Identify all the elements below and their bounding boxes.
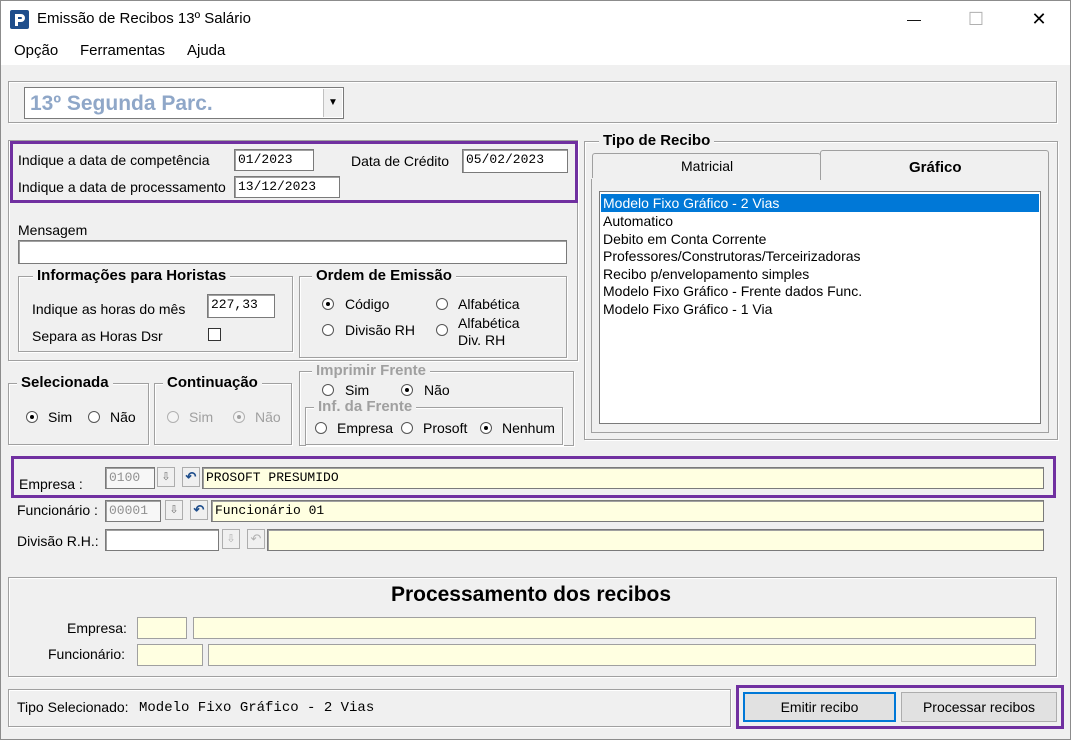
horas-label: Indique as horas do mês xyxy=(32,301,186,317)
list-item-0[interactable]: Modelo Fixo Gráfico - 2 Vias xyxy=(603,194,779,212)
ordem-group: Ordem de Emissão xyxy=(299,267,567,358)
ordem-alfa-div-label-2: Div. RH xyxy=(458,332,506,348)
separa-checkbox[interactable] xyxy=(208,328,221,341)
close-icon[interactable]: ✕ xyxy=(1016,3,1062,35)
inf-nenhum-radio[interactable] xyxy=(480,422,492,434)
mensagem-input[interactable] xyxy=(18,240,567,264)
tab-matricial[interactable]: Matricial xyxy=(592,153,821,178)
funcionario-label: Funcionário : xyxy=(17,502,98,518)
ordem-alfa-div-radio[interactable] xyxy=(436,324,448,336)
list-item-2[interactable]: Debito em Conta Corrente xyxy=(603,230,766,248)
selecionada-sim-label: Sim xyxy=(48,409,73,425)
funcionario-search-icon[interactable]: ⇩ xyxy=(165,500,183,520)
tipo-recibo-title: Tipo de Recibo xyxy=(599,132,715,149)
ordem-codigo-label: Código xyxy=(345,296,390,312)
ordem-divisao-radio[interactable] xyxy=(322,324,334,336)
list-item-4[interactable]: Recibo p/envelopamento simples xyxy=(603,265,809,283)
divisao-search-icon[interactable]: ⇩ xyxy=(222,529,240,549)
list-item-6[interactable]: Modelo Fixo Gráfico - 1 Via xyxy=(603,300,772,318)
divisao-code-input[interactable] xyxy=(105,529,219,551)
window-title: Emissão de Recibos 13º Salário xyxy=(37,10,251,27)
proc-empresa-name xyxy=(193,617,1036,639)
ordem-divisao-label: Divisão RH xyxy=(345,322,416,338)
proc-empresa-label: Empresa: xyxy=(67,620,127,636)
status-label: Tipo Selecionado: xyxy=(17,699,129,715)
dates-highlight xyxy=(10,141,578,203)
ordem-codigo-radio[interactable] xyxy=(322,298,334,310)
continuacao-nao-radio[interactable] xyxy=(233,411,245,423)
inf-prosoft-radio[interactable] xyxy=(401,422,413,434)
horistas-title: Informações para Horistas xyxy=(33,267,231,284)
list-item-3[interactable]: Professores/Construtoras/Terceirizadoras xyxy=(603,247,861,265)
imprimir-frente-title: Imprimir Frente xyxy=(312,362,431,379)
ordem-alfabetica-label: Alfabética xyxy=(458,296,520,312)
status-value: Modelo Fixo Gráfico - 2 Vias xyxy=(139,700,375,716)
selecionada-nao-label: Não xyxy=(110,409,136,425)
minimize-icon[interactable]: — xyxy=(891,3,937,35)
selecionada-title: Selecionada xyxy=(17,374,113,391)
separa-label: Separa as Horas Dsr xyxy=(32,328,163,344)
parcel-select-value: 13º Segunda Parc. xyxy=(30,92,213,115)
funcionario-name-field: Funcionário 01 xyxy=(211,500,1044,522)
inf-empresa-label: Empresa xyxy=(337,420,394,436)
mensagem-label: Mensagem xyxy=(18,222,88,238)
ordem-alfa-div-label: Alfabética xyxy=(458,315,520,331)
main-window: Emissão de Recibos 13º Salário — ☐ ✕ Opç… xyxy=(0,0,1071,740)
selecionada-nao-radio[interactable] xyxy=(88,411,100,423)
list-item-1[interactable]: Automatico xyxy=(603,212,673,230)
continuacao-sim-label: Sim xyxy=(189,409,214,425)
buttons-highlight xyxy=(736,685,1064,729)
divisao-name-field xyxy=(267,529,1044,551)
tab-matricial-label: Matricial xyxy=(681,158,734,174)
continuacao-title: Continuação xyxy=(163,374,262,391)
tab-grafico[interactable]: Gráfico xyxy=(820,150,1049,180)
frente-nao-label: Não xyxy=(424,382,450,398)
proc-funcionario-label: Funcionário: xyxy=(48,646,126,662)
inf-empresa-radio[interactable] xyxy=(315,422,327,434)
tab-grafico-label: Gráfico xyxy=(909,159,962,176)
title-bar: Emissão de Recibos 13º Salário — ☐ ✕ xyxy=(1,1,1070,37)
proc-funcionario-name xyxy=(208,644,1036,666)
inf-nenhum-label: Nenhum xyxy=(502,420,555,436)
horas-input[interactable]: 227,33 xyxy=(207,294,275,318)
ordem-title: Ordem de Emissão xyxy=(312,267,456,284)
frente-sim-radio[interactable] xyxy=(322,384,334,396)
funcionario-undo-icon[interactable]: ↶ xyxy=(190,500,208,520)
inf-prosoft-label: Prosoft xyxy=(423,420,468,436)
maximize-icon[interactable]: ☐ xyxy=(953,3,999,35)
menu-bar: Opção Ferramentas Ajuda xyxy=(1,37,1070,65)
continuacao-nao-label: Não xyxy=(255,409,281,425)
list-item-5[interactable]: Modelo Fixo Gráfico - Frente dados Func. xyxy=(603,282,862,300)
selecionada-sim-radio[interactable] xyxy=(26,411,38,423)
divisao-undo-icon[interactable]: ↶ xyxy=(247,529,265,549)
app-logo-icon xyxy=(10,10,29,29)
chevron-down-icon[interactable]: ▼ xyxy=(323,89,342,117)
menu-ferramentas[interactable]: Ferramentas xyxy=(80,42,165,59)
inf-frente-title: Inf. da Frente xyxy=(314,398,417,415)
menu-ajuda[interactable]: Ajuda xyxy=(187,42,225,59)
empresa-highlight xyxy=(11,456,1056,498)
frente-nao-radio[interactable] xyxy=(401,384,413,396)
divisao-label: Divisão R.H.: xyxy=(17,533,99,549)
proc-empresa-code xyxy=(137,617,187,639)
parcel-select[interactable]: 13º Segunda Parc. ▼ xyxy=(24,87,344,119)
proc-funcionario-code xyxy=(137,644,203,666)
processamento-title: Processamento dos recibos xyxy=(390,583,672,606)
frente-sim-label: Sim xyxy=(345,382,370,398)
funcionario-code-input[interactable]: 00001 xyxy=(105,500,161,522)
ordem-alfabetica-radio[interactable] xyxy=(436,298,448,310)
menu-opcao[interactable]: Opção xyxy=(14,42,58,59)
continuacao-sim-radio[interactable] xyxy=(167,411,179,423)
